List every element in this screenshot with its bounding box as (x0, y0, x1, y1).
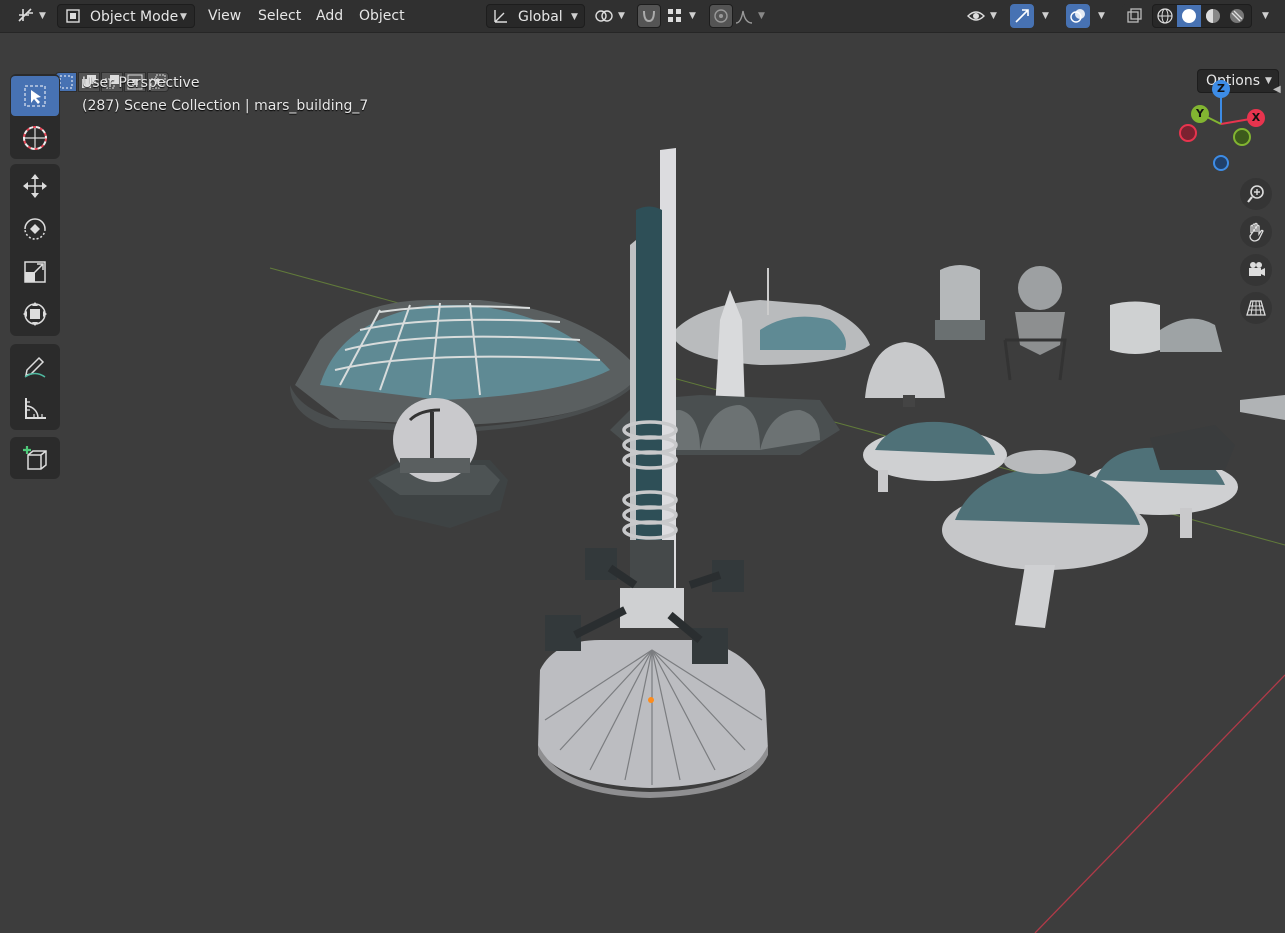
gizmo-toggle[interactable] (1010, 4, 1034, 28)
solid-icon (1182, 9, 1196, 23)
annotate-tool[interactable] (11, 346, 59, 386)
gizmo-y-axis[interactable]: Y (1191, 105, 1209, 123)
shading-dropdown[interactable]: ▼ (1256, 4, 1276, 28)
view-name: User Perspective (82, 75, 200, 91)
measure-tool[interactable] (11, 388, 59, 428)
background-buildings (865, 265, 1285, 420)
central-tower (538, 148, 768, 798)
chevron-down-icon: ▼ (1098, 11, 1105, 21)
rotate-icon (24, 218, 46, 240)
menu-add[interactable]: Add (308, 4, 351, 28)
editor-type-icon (18, 8, 33, 22)
cursor-icon (23, 126, 47, 150)
scale-icon (24, 261, 46, 283)
zoom-button[interactable] (1240, 178, 1272, 210)
scale-tool[interactable] (11, 252, 59, 292)
camera-view-button[interactable] (1240, 254, 1272, 286)
select-box-tool[interactable] (11, 76, 59, 116)
xray-toggle[interactable] (1122, 4, 1146, 28)
scene-render (269, 148, 1285, 933)
annotate-tools-group (10, 344, 60, 430)
xray-icon (1127, 8, 1142, 23)
gizmo-neg-y-axis[interactable] (1233, 128, 1251, 146)
overlay-icon (1070, 9, 1085, 23)
move-tool[interactable] (11, 166, 59, 206)
snap-target-dropdown[interactable]: ▼ (665, 4, 701, 28)
mode-dropdown[interactable]: Object Mode ▼ (57, 4, 195, 28)
navigation-gizmo[interactable]: Z X Y (1175, 76, 1267, 176)
transform-tool[interactable] (11, 294, 59, 334)
shading-rendered-button[interactable] (1225, 5, 1249, 27)
chevron-down-icon: ▼ (618, 11, 625, 21)
proportional-edit-icon (714, 9, 728, 23)
3d-viewport[interactable]: User Perspective (287) Scene Collection … (0, 64, 1285, 933)
add-cube-icon (23, 446, 47, 470)
disc-habitat-cluster (863, 421, 1238, 628)
proportional-edit-toggle[interactable] (709, 4, 733, 28)
gizmo-icon (1015, 9, 1029, 23)
orientation-dropdown[interactable]: Global ▼ (486, 4, 585, 28)
move-icon (23, 174, 47, 198)
perspective-toggle-button[interactable] (1240, 292, 1272, 324)
pan-button[interactable] (1240, 216, 1272, 248)
snap-icon (643, 10, 655, 23)
select-box-icon (24, 85, 46, 107)
overlay-dropdown[interactable]: ▼ (1092, 4, 1112, 28)
chevron-down-icon: ▼ (571, 12, 578, 22)
material-icon (1206, 9, 1220, 23)
select-tools-group (10, 74, 60, 159)
gizmo-dropdown[interactable]: ▼ (1036, 4, 1056, 28)
shading-material-button[interactable] (1201, 5, 1225, 27)
shading-mode-group (1152, 4, 1252, 28)
falloff-curve-icon (735, 10, 753, 24)
chevron-down-icon: ▼ (758, 11, 765, 21)
pivot-icon (595, 10, 613, 22)
transform-icon (23, 302, 47, 326)
sidebar-toggle[interactable]: ◀ (1273, 84, 1285, 100)
viewport-header: ▼ Object Mode ▼ View Select Add Object G… (0, 0, 1285, 33)
chevron-down-icon: ▼ (39, 11, 46, 21)
add-cube-tool[interactable] (11, 438, 59, 478)
shading-wireframe-button[interactable] (1153, 5, 1177, 27)
snap-grid-icon (668, 9, 681, 22)
pivot-dropdown[interactable]: ▼ (594, 4, 630, 28)
orientation-icon (494, 10, 507, 23)
grid-icon (1246, 300, 1266, 316)
gizmo-z-axis[interactable]: Z (1212, 80, 1230, 98)
object-mode-icon (66, 9, 80, 23)
chevron-down-icon: ▼ (180, 12, 187, 22)
visibility-dropdown[interactable]: ▼ (966, 4, 1002, 28)
chevron-down-icon: ▼ (689, 11, 696, 21)
hand-icon (1249, 222, 1264, 242)
mode-label: Object Mode (90, 9, 179, 25)
gizmo-neg-z-axis[interactable] (1213, 155, 1229, 171)
transform-tools-group (10, 164, 60, 336)
chevron-down-icon: ▼ (990, 11, 997, 21)
camera-icon (1249, 262, 1265, 276)
orientation-label: Global (518, 9, 563, 25)
chevron-down-icon: ▼ (1042, 11, 1049, 21)
menu-view[interactable]: View (200, 4, 249, 28)
measure-icon (25, 398, 46, 419)
editor-type-button[interactable]: ▼ (12, 4, 48, 28)
rendered-icon (1230, 9, 1244, 23)
snap-toggle[interactable] (637, 4, 661, 28)
wireframe-icon (1157, 8, 1173, 24)
shading-solid-button[interactable] (1177, 5, 1201, 27)
chevron-down-icon: ▼ (1262, 11, 1269, 21)
collection-info: (287) Scene Collection | mars_building_7 (82, 98, 369, 114)
add-tools-group (10, 437, 60, 479)
eye-icon (967, 11, 985, 21)
rotate-tool[interactable] (11, 209, 59, 249)
gizmo-neg-x-axis[interactable] (1179, 124, 1197, 142)
annotate-icon (24, 356, 46, 378)
cursor-tool[interactable] (11, 118, 59, 158)
overlay-toggle[interactable] (1066, 4, 1090, 28)
menu-object[interactable]: Object (351, 4, 413, 28)
gizmo-x-axis[interactable]: X (1247, 109, 1265, 127)
menu-select[interactable]: Select (250, 4, 309, 28)
zoom-icon (1247, 185, 1264, 203)
falloff-dropdown[interactable]: ▼ (734, 4, 770, 28)
tool-settings-bar: Options ▼ (0, 32, 1285, 93)
